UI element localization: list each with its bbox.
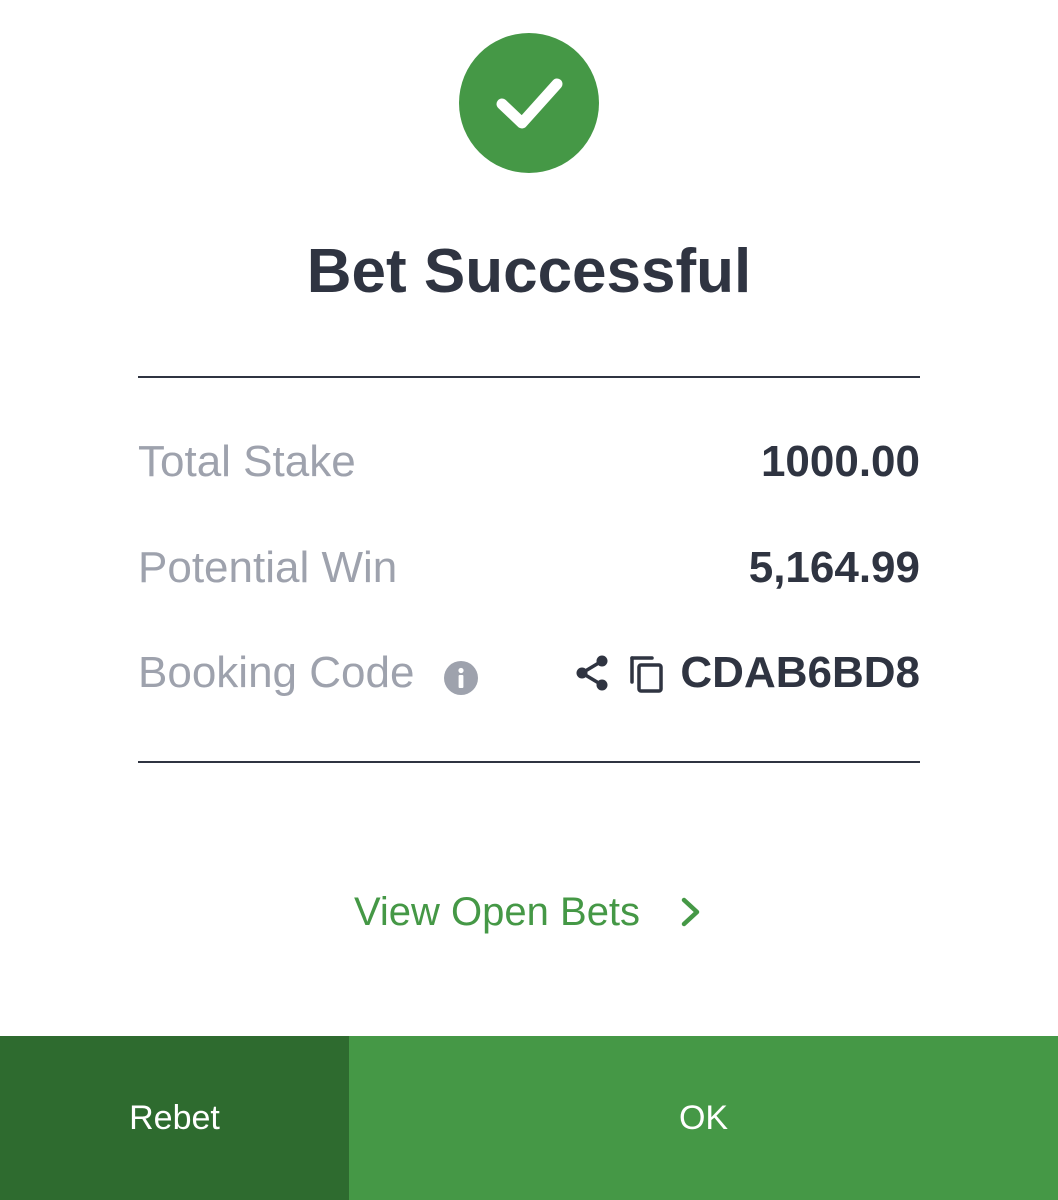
divider-top <box>138 376 920 378</box>
booking-code-label: Booking Code <box>138 648 415 697</box>
total-stake-label: Total Stake <box>138 437 356 486</box>
view-open-bets-label: View Open Bets <box>353 889 641 934</box>
dialog-title: Bet Successful <box>306 237 752 306</box>
booking-code-label-group: Booking Code <box>138 648 479 698</box>
booking-code-row: Booking Code CDAB6BD8 <box>138 643 920 703</box>
divider-bottom <box>138 761 920 763</box>
dialog-footer: Rebet OK <box>0 1036 1058 1200</box>
potential-win-label: Potential Win <box>138 543 398 592</box>
ok-button[interactable]: OK <box>349 1036 1058 1200</box>
info-icon[interactable] <box>444 656 479 695</box>
booking-code-actions: CDAB6BD8 <box>572 648 920 698</box>
total-stake-row: Total Stake 1000.00 <box>138 432 920 492</box>
booking-code-value[interactable]: CDAB6BD8 <box>680 648 920 698</box>
check-circle-icon <box>459 33 599 173</box>
potential-win-row: Potential Win 5,164.99 <box>138 538 920 598</box>
chevron-right-icon <box>678 892 704 932</box>
potential-win-value: 5,164.99 <box>748 543 920 592</box>
rebet-button[interactable]: Rebet <box>0 1036 349 1200</box>
bet-success-dialog: Bet Successful Total Stake 1000.00 Poten… <box>0 0 1058 1200</box>
share-icon[interactable] <box>572 653 612 693</box>
total-stake-value: 1000.00 <box>760 437 920 486</box>
view-open-bets-link[interactable]: View Open Bets <box>0 882 1058 942</box>
copy-icon[interactable] <box>626 652 666 694</box>
